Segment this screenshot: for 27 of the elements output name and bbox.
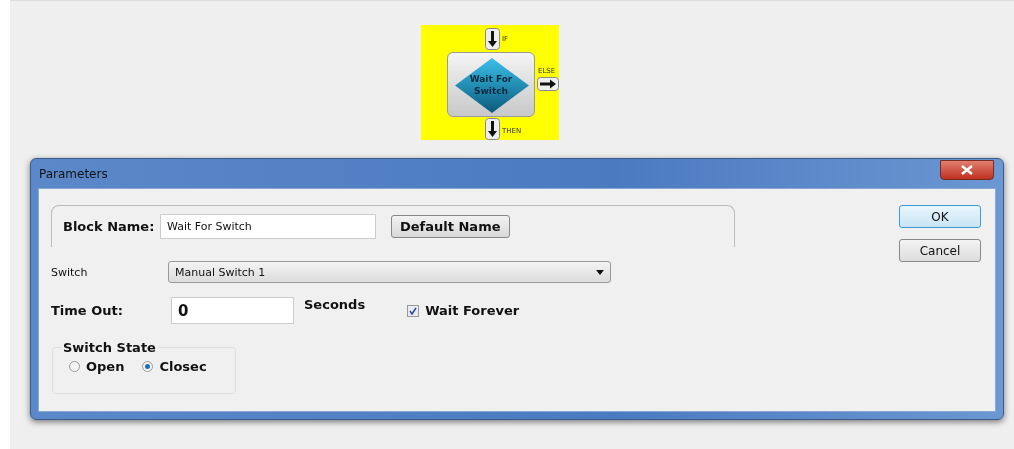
field-label: Switch: [51, 265, 89, 279]
down-arrow-icon[interactable]: [485, 28, 500, 50]
default-name-button[interactable]: Default Name: [391, 215, 510, 238]
radio-button[interactable]: [69, 361, 80, 372]
dialog-button[interactable]: OK: [899, 205, 981, 228]
checkbox[interactable]: [407, 304, 420, 317]
checkbox-label: Wait Forever: [425, 303, 520, 318]
down-arrow-icon[interactable]: [485, 118, 500, 140]
dialog-button[interactable]: Cancel: [899, 239, 981, 262]
field-label: Time Out:: [51, 303, 124, 318]
group-title: Switch State: [62, 340, 157, 355]
close-button[interactable]: [940, 159, 994, 180]
diamond-icon: [454, 57, 530, 114]
right-arrow-icon[interactable]: [537, 77, 559, 91]
field-label: Block Name:: [63, 219, 156, 234]
unit-label: Seconds: [304, 297, 366, 312]
caret-icon: [596, 269, 604, 275]
dropdown-value: Manual Switch 1: [175, 265, 266, 279]
radio-button[interactable]: [142, 361, 154, 372]
radio-label: Closec: [159, 359, 207, 374]
switch-dropdown[interactable]: Manual Switch 1: [168, 261, 611, 283]
block-name-field[interactable]: Wait For Switch: [160, 214, 376, 239]
radio-label: Open: [86, 359, 125, 374]
close-icon: [961, 164, 973, 175]
window-title: Parameters: [39, 166, 108, 181]
time-out-field[interactable]: 0: [171, 297, 294, 324]
block-title: Wait For Switch: [468, 72, 514, 97]
